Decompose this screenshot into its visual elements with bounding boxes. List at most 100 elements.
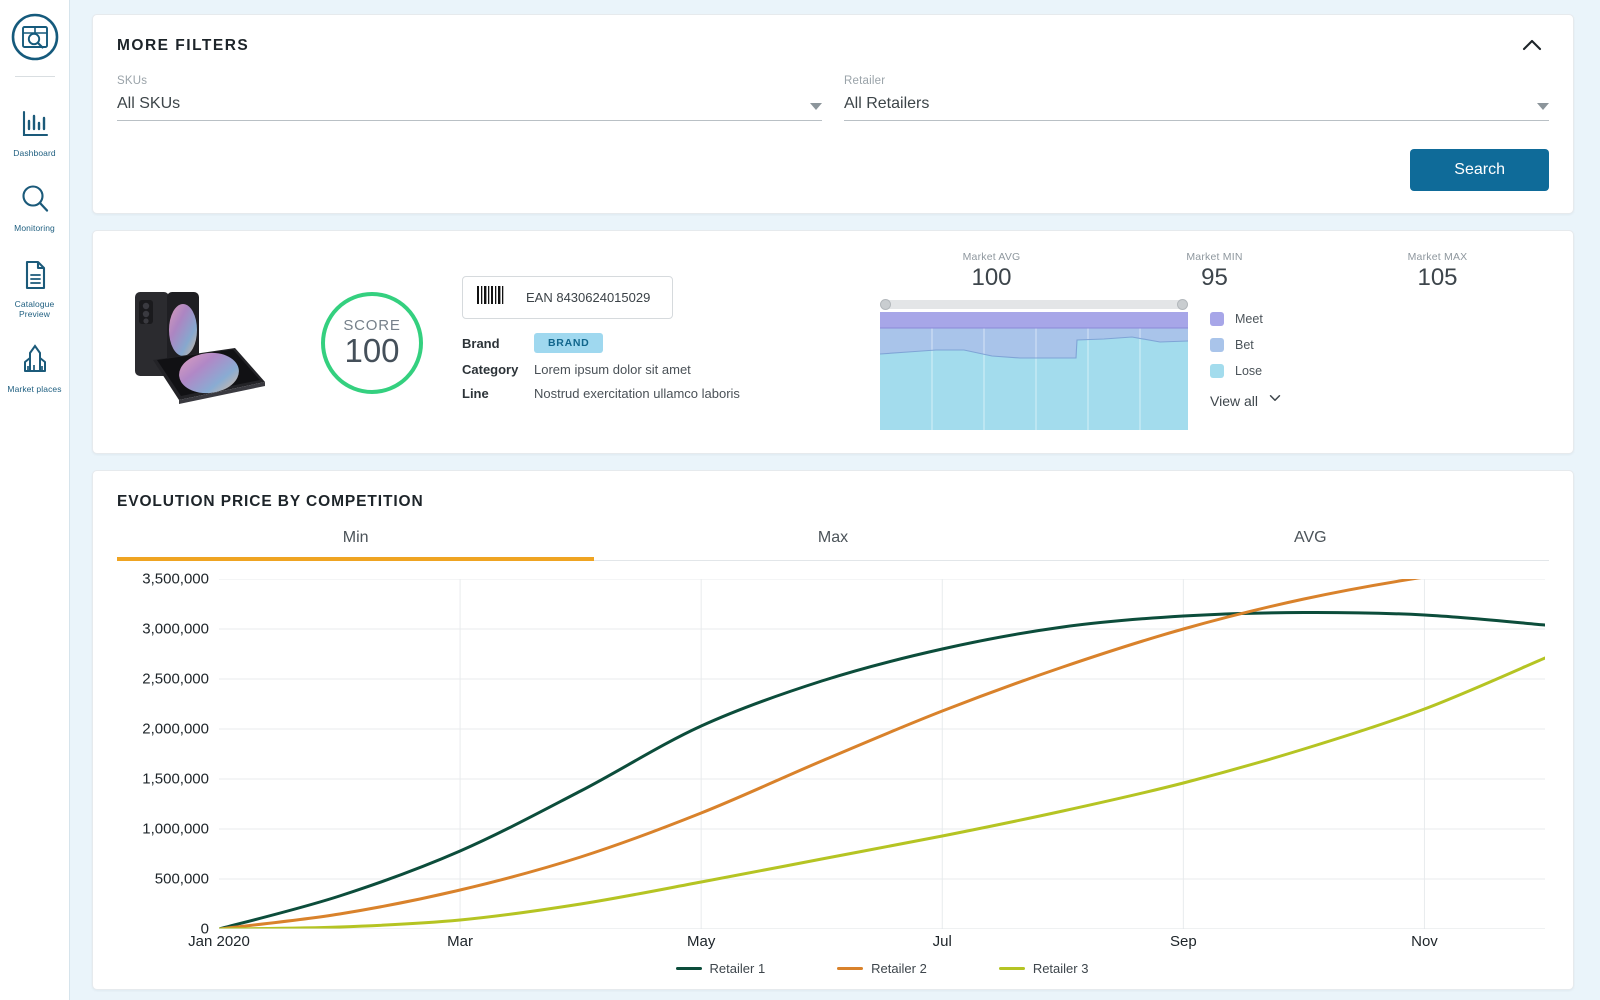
more-filters-card: MORE FILTERS SKUs All SKUs Retailer All …	[92, 14, 1574, 214]
collapse-filters-button[interactable]	[1515, 31, 1549, 65]
legend-label: Retailer 1	[709, 961, 766, 976]
chart-legend-item[interactable]: Retailer 3	[998, 961, 1089, 976]
sidebar-item-label: Market places	[7, 384, 62, 395]
sku-value: All SKUs	[117, 95, 181, 112]
category-value: Lorem ipsum dolor sit amet	[534, 362, 691, 377]
tab-max[interactable]: Max	[594, 529, 1071, 560]
product-summary-card: SCORE 100 EAN 8430624015029 Brand BRAND …	[92, 230, 1574, 454]
sidebar-item-label: Monitoring	[14, 223, 55, 234]
sidebar-item-market-places[interactable]: Market places	[0, 329, 70, 404]
chevron-down-icon	[1267, 390, 1283, 411]
sidebar-item-catalogue-preview[interactable]: Catalogue Preview	[0, 244, 70, 330]
legend-label: Retailer 3	[1032, 961, 1089, 976]
y-axis-tick: 3,000,000	[142, 620, 209, 638]
retailer-select[interactable]: All Retailers	[844, 95, 1549, 121]
stat-value: 105	[1417, 264, 1458, 291]
slider-handle-left[interactable]	[880, 299, 891, 310]
legend-swatch-icon	[1210, 312, 1224, 326]
legend-line-icon	[837, 967, 864, 970]
sku-label: SKUs	[117, 75, 148, 87]
retailer-label: Retailer	[844, 75, 886, 87]
market-legend: Meet Bet Lose View all	[1188, 300, 1283, 411]
stat-value: 95	[1201, 264, 1228, 291]
legend-label: Lose	[1235, 364, 1263, 378]
y-axis-tick: 1,000,000	[142, 820, 209, 838]
score-badge: SCORE 100	[321, 292, 423, 394]
product-brand-row: Brand BRAND	[462, 333, 872, 353]
legend-line-icon	[998, 967, 1025, 970]
foldable-phone-image	[117, 278, 292, 408]
chevron-down-icon	[1537, 103, 1549, 110]
legend-line-icon	[675, 967, 702, 970]
legend-label: Meet	[1235, 312, 1263, 326]
market-avg-stat: Market AVG 100	[880, 251, 1103, 293]
x-axis-tick: Jan 2020	[188, 933, 250, 950]
score-value: 100	[344, 332, 400, 370]
range-slider[interactable]	[880, 299, 1188, 310]
market-panel: Market AVG 100 Market MIN 95 Market MAX …	[872, 251, 1549, 435]
stat-value: 100	[971, 264, 1012, 291]
x-axis-tick: Sep	[1170, 933, 1197, 950]
main-content: MORE FILTERS SKUs All SKUs Retailer All …	[70, 0, 1600, 1000]
view-all-button[interactable]: View all	[1210, 390, 1283, 411]
score-wrap: SCORE 100	[292, 292, 452, 394]
x-axis-tick: Jul	[932, 933, 952, 950]
brand-label: Brand	[462, 335, 500, 351]
category-label: Category	[462, 362, 519, 377]
product-category-row: Category Lorem ipsum dolor sit amet	[462, 362, 872, 377]
sku-select[interactable]: All SKUs	[117, 95, 822, 121]
magnifier-icon	[18, 182, 52, 216]
stat-label: Market MAX	[1407, 251, 1468, 263]
legend-label: Retailer 2	[871, 961, 927, 976]
x-axis-tick: Nov	[1411, 933, 1438, 950]
evolution-title: EVOLUTION PRICE BY COMPETITION	[117, 493, 424, 510]
product-line-row: Line Nostrud exercitation ullamco labori…	[462, 386, 872, 401]
sidebar-item-monitoring[interactable]: Monitoring	[0, 168, 70, 243]
chart-legend-item[interactable]: Retailer 2	[837, 961, 927, 976]
chevron-up-icon	[1519, 33, 1545, 64]
evolution-tabs: Min Max AVG	[117, 529, 1549, 561]
sidebar-divider	[14, 76, 55, 77]
legend-item-meet: Meet	[1210, 312, 1283, 326]
x-axis-tick: May	[687, 933, 716, 950]
chart-series-line	[219, 612, 1545, 929]
box-search-logo[interactable]	[10, 12, 60, 62]
evolution-price-card: EVOLUTION PRICE BY COMPETITION Min Max A…	[92, 470, 1574, 990]
legend-label: Bet	[1235, 338, 1254, 352]
x-axis-labels: Jan 2020 Mar May Jul Sep Nov	[188, 933, 1545, 959]
legend-swatch-icon	[1210, 364, 1224, 378]
sidebar-item-label: Catalogue Preview	[14, 298, 55, 320]
document-icon	[18, 258, 52, 292]
ean-box: EAN 8430624015029	[462, 276, 674, 319]
y-axis-tick: 2,500,000	[142, 670, 209, 688]
bar-chart-icon	[18, 107, 52, 141]
y-axis-labels: 0 500,000 1,000,000 1,500,000 2,000,000 2,500…	[117, 571, 209, 938]
sidebar-item-dashboard[interactable]: Dashboard	[0, 93, 70, 168]
tab-avg[interactable]: AVG	[1072, 529, 1549, 560]
app-root: Dashboard Monitoring Catalogue Preview M…	[0, 0, 1600, 1000]
x-axis-tick: Mar	[447, 933, 473, 950]
page-title: MORE FILTERS	[117, 37, 250, 54]
plot-area	[219, 579, 1545, 929]
slider-handle-right[interactable]	[1177, 299, 1188, 310]
marketplace-icon	[18, 343, 52, 377]
line-value: Nostrud exercitation ullamco laboris	[534, 386, 740, 401]
chevron-down-icon	[810, 103, 822, 110]
search-row: Search	[117, 149, 1549, 191]
chart-legend-item[interactable]: Retailer 1	[675, 961, 766, 976]
tab-min[interactable]: Min	[117, 529, 595, 561]
evolution-chart: 0 500,000 1,000,000 1,500,000 2,000,000 2,500…	[117, 571, 1549, 976]
retailer-filter: Retailer All Retailers	[844, 75, 1549, 121]
product-details: EAN 8430624015029 Brand BRAND Category L…	[452, 276, 872, 410]
filter-fields: SKUs All SKUs Retailer All Retailers	[117, 75, 1549, 121]
market-area-chart	[879, 312, 1189, 435]
y-axis-tick: 2,000,000	[142, 720, 209, 738]
market-stats: Market AVG 100 Market MIN 95 Market MAX …	[880, 251, 1549, 293]
retailer-value: All Retailers	[844, 95, 930, 112]
line-label: Line	[462, 386, 489, 401]
chart-series-line	[219, 579, 1545, 929]
legend-item-lose: Lose	[1210, 364, 1283, 378]
barcode-icon	[476, 286, 510, 309]
status-badge: BRAND	[534, 333, 604, 353]
search-button[interactable]: Search	[1410, 149, 1549, 191]
